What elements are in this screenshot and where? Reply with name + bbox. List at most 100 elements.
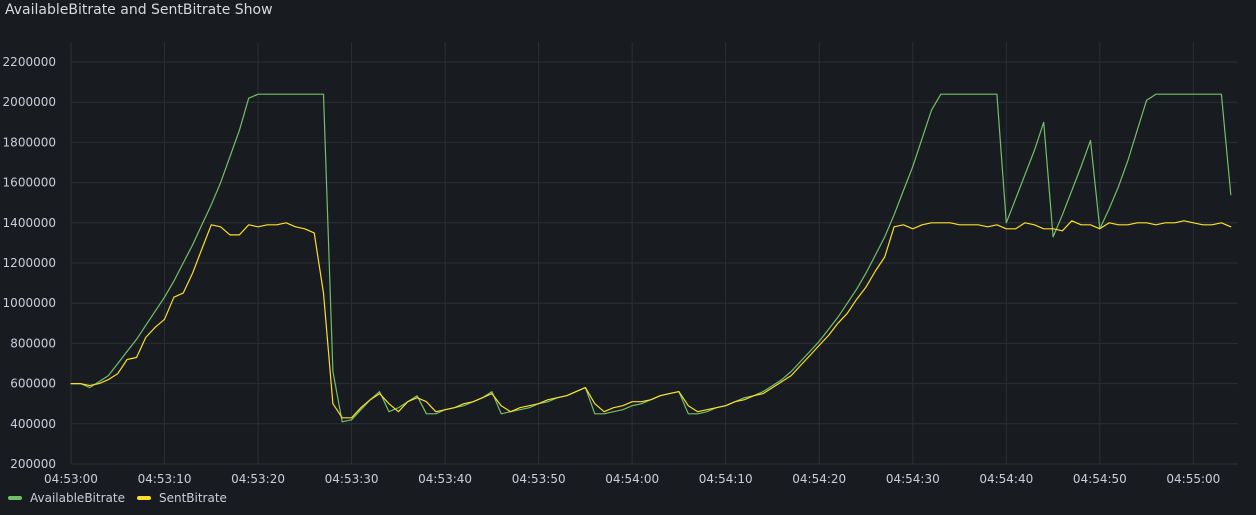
data-point-sentbitrate [173,297,174,298]
data-point-sentbitrate [1146,222,1147,223]
data-point-sentbitrate [950,222,951,223]
data-point-sentbitrate [379,393,380,394]
data-point-availablebitrate [351,419,352,420]
data-point-sentbitrate [117,373,118,374]
data-point-availablebitrate [519,409,520,410]
y-tick-label: 1400000 [3,216,56,230]
data-point-sentbitrate [678,391,679,392]
data-point-sentbitrate [632,401,633,402]
data-point-sentbitrate [230,234,231,235]
data-point-sentbitrate [1221,222,1222,223]
data-point-sentbitrate [772,387,773,388]
data-point-availablebitrate [360,409,361,410]
x-tick-label: 04:53:50 [512,472,566,486]
data-point-sentbitrate [1090,224,1091,225]
data-point-availablebitrate [295,94,296,95]
data-point-sentbitrate [660,395,661,396]
data-point-sentbitrate [781,381,782,382]
data-point-sentbitrate [529,405,530,406]
data-point-sentbitrate [585,387,586,388]
data-point-sentbitrate [1015,228,1016,229]
data-point-sentbitrate [510,411,511,412]
data-point-availablebitrate [772,385,773,386]
data-point-availablebitrate [248,98,249,99]
data-point-sentbitrate [940,222,941,223]
data-point-availablebitrate [1015,198,1016,199]
x-tick-label: 04:53:10 [138,472,192,486]
data-point-availablebitrate [1081,166,1082,167]
data-point-sentbitrate [407,401,408,402]
y-tick-label: 600000 [10,377,56,391]
data-point-availablebitrate [276,94,277,95]
data-point-sentbitrate [1006,228,1007,229]
chart-panel: AvailableBitrate and SentBitrate Show 20… [0,0,1256,515]
data-point-availablebitrate [707,411,708,412]
data-point-availablebitrate [230,156,231,157]
x-tick-label: 04:53:20 [231,472,285,486]
data-point-sentbitrate [295,226,296,227]
data-point-availablebitrate [211,204,212,205]
data-point-availablebitrate [1155,94,1156,95]
data-point-availablebitrate [173,281,174,282]
data-point-sentbitrate [763,393,764,394]
x-tick-label: 04:54:20 [792,472,846,486]
data-point-availablebitrate [155,311,156,312]
data-point-sentbitrate [71,383,72,384]
x-tick-label: 04:54:00 [605,472,659,486]
data-point-sentbitrate [370,399,371,400]
data-point-sentbitrate [1184,220,1185,221]
data-point-sentbitrate [1109,222,1110,223]
data-point-sentbitrate [1137,222,1138,223]
data-point-availablebitrate [1193,94,1194,95]
data-point-sentbitrate [351,417,352,418]
data-point-availablebitrate [875,255,876,256]
data-point-availablebitrate [183,263,184,264]
legend-swatch [136,496,151,500]
data-point-sentbitrate [342,417,343,418]
data-point-sentbitrate [426,401,427,402]
y-tick-label: 2000000 [3,95,56,109]
data-point-availablebitrate [304,94,305,95]
legend-swatch [8,496,22,500]
data-point-availablebitrate [931,110,932,111]
data-point-sentbitrate [519,407,520,408]
data-point-sentbitrate [604,411,605,412]
data-point-sentbitrate [239,234,240,235]
data-point-availablebitrate [1212,94,1213,95]
data-point-sentbitrate [454,407,455,408]
data-point-sentbitrate [332,403,333,404]
data-point-availablebitrate [978,94,979,95]
data-point-sentbitrate [220,226,221,227]
data-point-availablebitrate [127,351,128,352]
data-point-sentbitrate [1127,224,1128,225]
data-point-sentbitrate [463,403,464,404]
data-point-availablebitrate [996,94,997,95]
data-point-sentbitrate [594,403,595,404]
legend-item-availablebitrate[interactable]: AvailableBitrate [8,491,125,505]
data-point-sentbitrate [987,226,988,227]
data-point-availablebitrate [950,94,951,95]
data-point-sentbitrate [314,232,315,233]
data-point-availablebitrate [267,94,268,95]
x-tick-label: 04:53:00 [44,472,98,486]
data-point-availablebitrate [594,413,595,414]
data-point-sentbitrate [1212,224,1213,225]
data-point-availablebitrate [323,94,324,95]
data-point-availablebitrate [1053,236,1054,237]
data-point-availablebitrate [379,391,380,392]
data-point-availablebitrate [744,397,745,398]
data-point-availablebitrate [604,413,605,414]
data-point-sentbitrate [80,383,81,384]
data-point-availablebitrate [529,407,530,408]
data-point-availablebitrate [697,413,698,414]
data-point-sentbitrate [866,287,867,288]
data-point-availablebitrate [417,395,418,396]
data-point-availablebitrate [1090,140,1091,141]
y-tick-label: 1600000 [3,176,56,190]
legend-item-sentbitrate[interactable]: SentBitrate [136,491,227,505]
data-point-sentbitrate [716,407,717,408]
data-point-sentbitrate [211,224,212,225]
data-point-availablebitrate [1006,222,1007,223]
data-point-availablebitrate [426,413,427,414]
data-point-sentbitrate [183,293,184,294]
